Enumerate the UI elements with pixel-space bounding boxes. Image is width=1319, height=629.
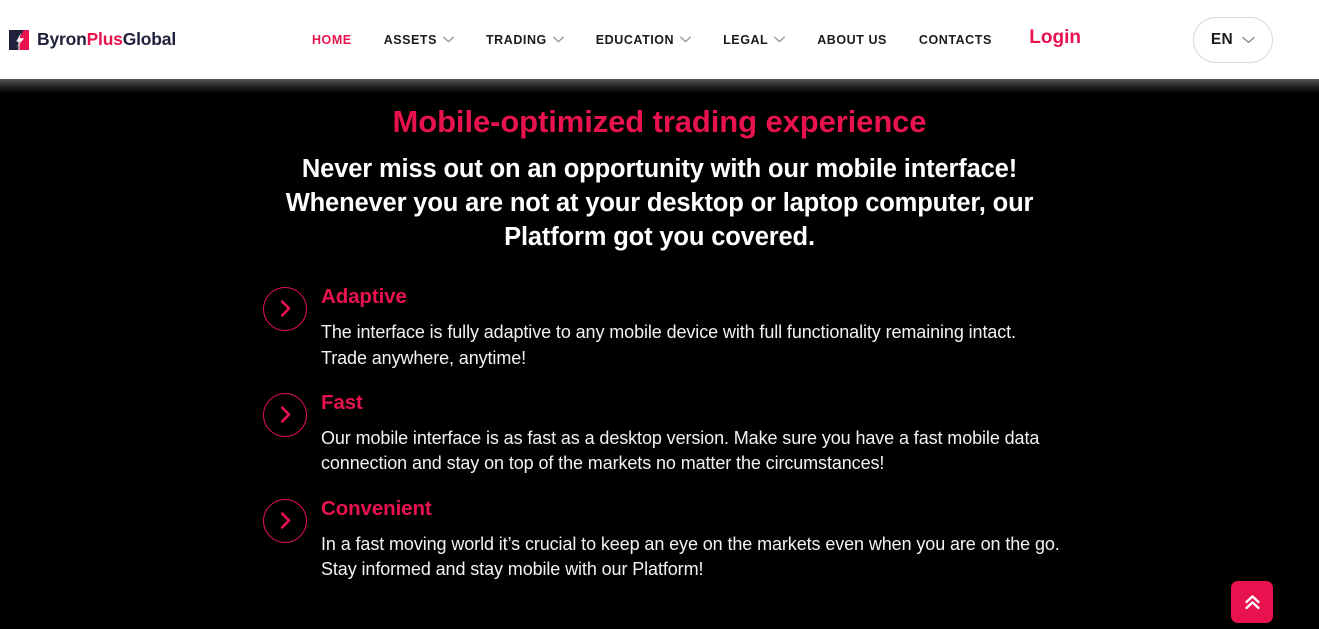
brand-name-part-two: Plus: [86, 28, 123, 49]
header-actions: Login EN: [1029, 16, 1319, 63]
feature-body: Fast Our mobile interface is as fast as …: [321, 391, 1063, 477]
double-chevron-up-icon: [1244, 594, 1260, 609]
hero-subtitle: Never miss out on an opportunity with ou…: [285, 155, 1034, 251]
login-button[interactable]: Login: [1029, 27, 1081, 49]
chevron-down-icon: [443, 36, 454, 43]
nav-item-label: LEGAL: [723, 32, 769, 47]
chevron-down-icon: [774, 36, 786, 43]
nav-item-trading[interactable]: TRADING: [470, 0, 580, 79]
nav-item-education[interactable]: EDUCATION: [580, 0, 707, 79]
feature-body: Convenient In a fast moving world it’s c…: [321, 497, 1063, 583]
chevron-right-circle-icon: [263, 392, 307, 437]
chevron-down-icon: [552, 36, 564, 43]
nav-item-assets[interactable]: ASSETS: [368, 0, 470, 79]
brand-name: ByronPlusGlobal: [37, 28, 176, 49]
nav-item-label: ASSETS: [383, 32, 437, 47]
chevron-right-circle-icon: [263, 498, 307, 543]
site-header: ByronPlusGlobal HOME ASSETS TRADING EDUC…: [0, 0, 1319, 79]
nav-item-contacts[interactable]: CONTACTS: [903, 0, 1008, 79]
brand-logo[interactable]: ByronPlusGlobal: [8, 29, 176, 51]
nav-item-label: TRADING: [486, 32, 547, 47]
hero-section: Mobile-optimized trading experience Neve…: [0, 79, 1319, 629]
nav-item-label: HOME: [311, 32, 352, 47]
nav-item-label: ABOUT US: [817, 32, 887, 47]
nav-item-label: EDUCATION: [595, 32, 675, 47]
chevron-right-circle-icon: [263, 286, 307, 331]
feature-title: Adaptive: [321, 284, 407, 308]
feature-title: Convenient: [321, 496, 432, 520]
chevron-down-icon: [680, 36, 692, 43]
list-item: Adaptive The interface is fully adaptive…: [263, 285, 1063, 371]
nav-item-home[interactable]: HOME: [296, 0, 368, 79]
page-title: Mobile-optimized trading experience: [392, 104, 927, 139]
feature-text: Our mobile interface is as fast as a des…: [321, 428, 1040, 474]
list-item: Convenient In a fast moving world it’s c…: [263, 497, 1063, 583]
brand-name-part-one: Byron: [37, 28, 87, 49]
feature-body: Adaptive The interface is fully adaptive…: [321, 285, 1063, 371]
language-selector[interactable]: EN: [1193, 16, 1273, 63]
hero-content: Mobile-optimized trading experience Neve…: [0, 79, 1319, 583]
chevron-down-icon: [1242, 36, 1255, 43]
feature-text: The interface is fully adaptive to any m…: [321, 322, 1016, 368]
list-item: Fast Our mobile interface is as fast as …: [263, 391, 1063, 477]
nav-item-legal[interactable]: LEGAL: [707, 0, 801, 79]
brand-name-part-three: Global: [122, 28, 176, 49]
language-selector-value: EN: [1210, 30, 1234, 48]
scroll-to-top-button[interactable]: [1231, 581, 1273, 623]
feature-list: Adaptive The interface is fully adaptive…: [263, 285, 1063, 583]
feature-title: Fast: [321, 390, 363, 414]
nav-item-label: CONTACTS: [918, 32, 992, 47]
feature-text: In a fast moving world it’s crucial to k…: [321, 534, 1060, 580]
main-navigation: HOME ASSETS TRADING EDUCATION LEGAL ABOU…: [296, 0, 1008, 79]
nav-item-about-us[interactable]: ABOUT US: [801, 0, 903, 79]
byronplusglobal-logo-mark-icon: [9, 29, 29, 50]
